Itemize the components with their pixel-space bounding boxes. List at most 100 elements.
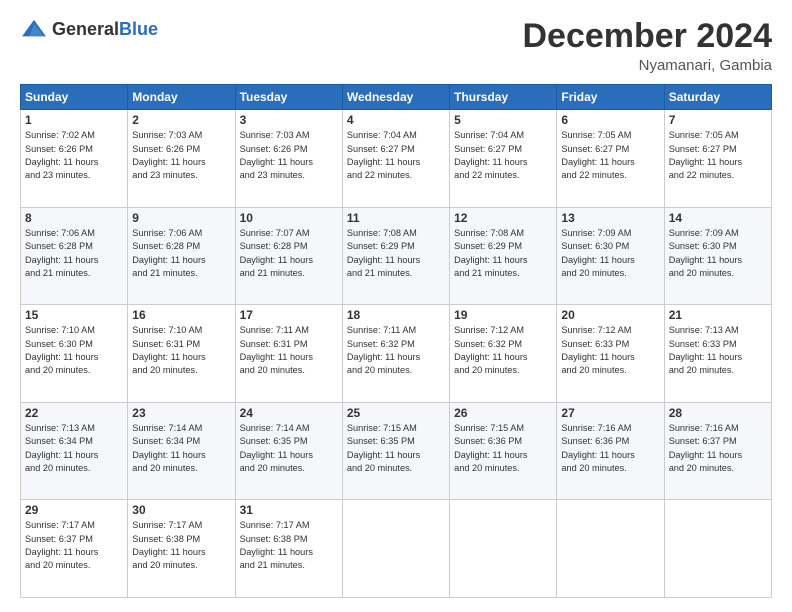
logo-blue: Blue [119,19,158,39]
calendar-cell: 26 Sunrise: 7:15 AM Sunset: 6:36 PM Dayli… [450,402,557,500]
day-info: Sunrise: 7:03 AM Sunset: 6:26 PM Dayligh… [132,129,230,182]
calendar-week-row: 8 Sunrise: 7:06 AM Sunset: 6:28 PM Daylig… [21,207,772,305]
day-number: 8 [25,211,123,225]
calendar-table: SundayMondayTuesdayWednesdayThursdayFrid… [20,84,772,598]
day-info: Sunrise: 7:07 AM Sunset: 6:28 PM Dayligh… [240,227,338,280]
day-info: Sunrise: 7:14 AM Sunset: 6:34 PM Dayligh… [132,422,230,475]
weekday-header-tuesday: Tuesday [235,85,342,110]
day-number: 3 [240,113,338,127]
day-number: 29 [25,503,123,517]
day-info: Sunrise: 7:15 AM Sunset: 6:35 PM Dayligh… [347,422,445,475]
day-number: 25 [347,406,445,420]
calendar-week-row: 1 Sunrise: 7:02 AM Sunset: 6:26 PM Daylig… [21,110,772,208]
location: Nyamanari, Gambia [522,57,772,74]
day-info: Sunrise: 7:16 AM Sunset: 6:36 PM Dayligh… [561,422,659,475]
day-info: Sunrise: 7:03 AM Sunset: 6:26 PM Dayligh… [240,129,338,182]
day-number: 9 [132,211,230,225]
day-info: Sunrise: 7:05 AM Sunset: 6:27 PM Dayligh… [669,129,767,182]
day-number: 1 [25,113,123,127]
day-number: 26 [454,406,552,420]
weekday-header-sunday: Sunday [21,85,128,110]
calendar-cell: 6 Sunrise: 7:05 AM Sunset: 6:27 PM Daylig… [557,110,664,208]
day-info: Sunrise: 7:06 AM Sunset: 6:28 PM Dayligh… [132,227,230,280]
calendar-cell: 11 Sunrise: 7:08 AM Sunset: 6:29 PM Dayli… [342,207,449,305]
weekday-header-friday: Friday [557,85,664,110]
calendar-cell: 8 Sunrise: 7:06 AM Sunset: 6:28 PM Daylig… [21,207,128,305]
day-number: 27 [561,406,659,420]
day-info: Sunrise: 7:16 AM Sunset: 6:37 PM Dayligh… [669,422,767,475]
day-number: 11 [347,211,445,225]
day-info: Sunrise: 7:08 AM Sunset: 6:29 PM Dayligh… [454,227,552,280]
calendar-cell: 22 Sunrise: 7:13 AM Sunset: 6:34 PM Dayli… [21,402,128,500]
day-info: Sunrise: 7:15 AM Sunset: 6:36 PM Dayligh… [454,422,552,475]
day-info: Sunrise: 7:04 AM Sunset: 6:27 PM Dayligh… [347,129,445,182]
calendar-cell: 18Sunrise: 7:11 AM Sunset: 6:32 PM Dayli… [342,305,449,403]
calendar-cell: 10 Sunrise: 7:07 AM Sunset: 6:28 PM Dayli… [235,207,342,305]
title-area: December 2024 Nyamanari, Gambia [522,18,772,74]
calendar-cell: 15 Sunrise: 7:10 AM Sunset: 6:30 PM Dayli… [21,305,128,403]
day-info: Sunrise: 7:02 AM Sunset: 6:26 PM Dayligh… [25,129,123,182]
day-number: 31 [240,503,338,517]
calendar-cell: 19Sunrise: 7:12 AM Sunset: 6:32 PM Dayli… [450,305,557,403]
calendar-cell [342,500,449,598]
header: GeneralBlue December 2024 Nyamanari, Gam… [20,18,772,74]
day-info: Sunrise: 7:10 AM Sunset: 6:30 PM Dayligh… [25,324,123,377]
day-info: Sunrise: 7:13 AM Sunset: 6:34 PM Dayligh… [25,422,123,475]
day-info: Sunrise: 7:17 AM Sunset: 6:38 PM Dayligh… [132,519,230,572]
calendar-cell: 5 Sunrise: 7:04 AM Sunset: 6:27 PM Daylig… [450,110,557,208]
day-info: Sunrise: 7:13 AM Sunset: 6:33 PM Dayligh… [669,324,767,377]
month-title: December 2024 [522,18,772,55]
calendar-week-row: 22 Sunrise: 7:13 AM Sunset: 6:34 PM Dayli… [21,402,772,500]
day-info: Sunrise: 7:17 AM Sunset: 6:38 PM Dayligh… [240,519,338,572]
day-number: 15 [25,308,123,322]
logo-general: General [52,19,119,39]
calendar-cell: 16Sunrise: 7:10 AM Sunset: 6:31 PM Dayli… [128,305,235,403]
day-info: Sunrise: 7:09 AM Sunset: 6:30 PM Dayligh… [561,227,659,280]
day-number: 23 [132,406,230,420]
day-info: Sunrise: 7:05 AM Sunset: 6:27 PM Dayligh… [561,129,659,182]
calendar-cell: 7 Sunrise: 7:05 AM Sunset: 6:27 PM Daylig… [664,110,771,208]
calendar-cell [664,500,771,598]
day-number: 2 [132,113,230,127]
calendar-cell: 3 Sunrise: 7:03 AM Sunset: 6:26 PM Daylig… [235,110,342,208]
day-number: 22 [25,406,123,420]
calendar-cell: 23 Sunrise: 7:14 AM Sunset: 6:34 PM Dayli… [128,402,235,500]
day-number: 20 [561,308,659,322]
calendar-header-row: SundayMondayTuesdayWednesdayThursdayFrid… [21,85,772,110]
calendar-week-row: 29 Sunrise: 7:17 AM Sunset: 6:37 PM Dayli… [21,500,772,598]
calendar-cell: 31 Sunrise: 7:17 AM Sunset: 6:38 PM Dayli… [235,500,342,598]
calendar-cell: 28Sunrise: 7:16 AM Sunset: 6:37 PM Dayli… [664,402,771,500]
calendar-cell: 21 Sunrise: 7:13 AM Sunset: 6:33 PM Dayli… [664,305,771,403]
day-number: 21 [669,308,767,322]
day-number: 30 [132,503,230,517]
calendar-cell: 4 Sunrise: 7:04 AM Sunset: 6:27 PM Daylig… [342,110,449,208]
day-number: 18 [347,308,445,322]
day-number: 5 [454,113,552,127]
calendar-cell: 17Sunrise: 7:11 AM Sunset: 6:31 PM Dayli… [235,305,342,403]
calendar-cell: 14 Sunrise: 7:09 AM Sunset: 6:30 PM Dayli… [664,207,771,305]
calendar-cell: 1 Sunrise: 7:02 AM Sunset: 6:26 PM Daylig… [21,110,128,208]
day-number: 12 [454,211,552,225]
calendar-week-row: 15 Sunrise: 7:10 AM Sunset: 6:30 PM Dayli… [21,305,772,403]
day-number: 17 [240,308,338,322]
day-number: 24 [240,406,338,420]
calendar-cell: 12 Sunrise: 7:08 AM Sunset: 6:29 PM Dayli… [450,207,557,305]
day-info: Sunrise: 7:04 AM Sunset: 6:27 PM Dayligh… [454,129,552,182]
day-number: 6 [561,113,659,127]
calendar-cell [450,500,557,598]
day-info: Sunrise: 7:17 AM Sunset: 6:37 PM Dayligh… [25,519,123,572]
day-info: Sunrise: 7:09 AM Sunset: 6:30 PM Dayligh… [669,227,767,280]
weekday-header-wednesday: Wednesday [342,85,449,110]
logo: GeneralBlue [20,18,158,40]
day-number: 19 [454,308,552,322]
day-number: 10 [240,211,338,225]
day-info: Sunrise: 7:08 AM Sunset: 6:29 PM Dayligh… [347,227,445,280]
day-info: Sunrise: 7:14 AM Sunset: 6:35 PM Dayligh… [240,422,338,475]
day-number: 14 [669,211,767,225]
day-info: Sunrise: 7:06 AM Sunset: 6:28 PM Dayligh… [25,227,123,280]
day-number: 13 [561,211,659,225]
day-number: 7 [669,113,767,127]
weekday-header-thursday: Thursday [450,85,557,110]
day-number: 4 [347,113,445,127]
calendar-cell: 24 Sunrise: 7:14 AM Sunset: 6:35 PM Dayli… [235,402,342,500]
